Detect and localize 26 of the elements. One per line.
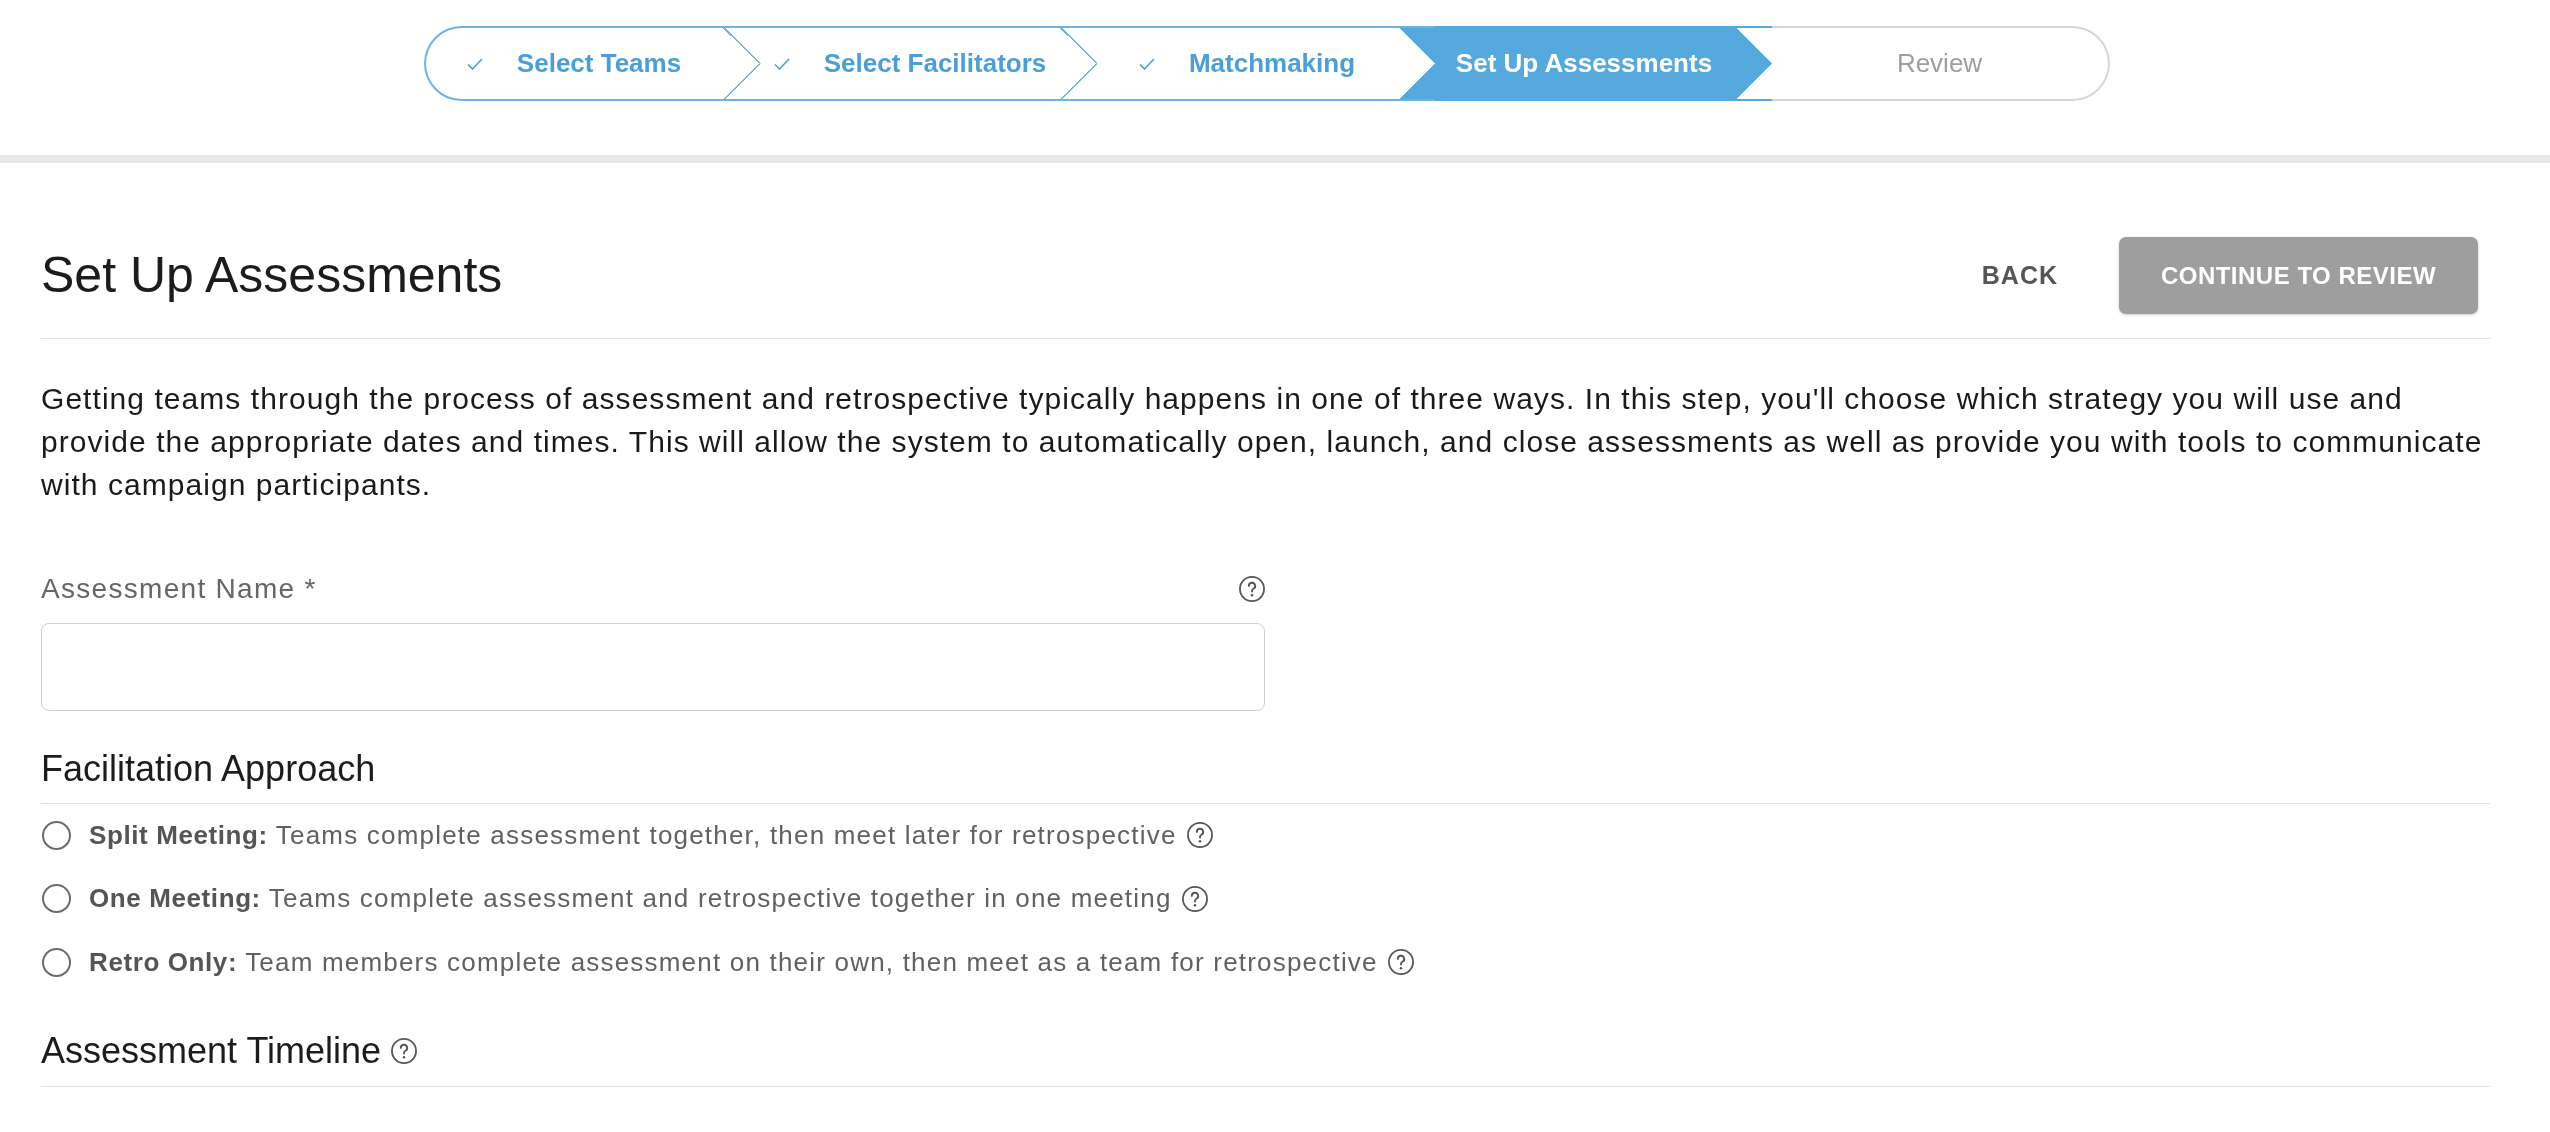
option-label: Split Meeting: Teams complete assessment together, then meet later for retrospective — [89, 818, 1177, 852]
stepper-step[interactable]: Review — [1771, 26, 2110, 101]
back-button[interactable]: BACK — [1957, 237, 2082, 314]
radio-button[interactable] — [42, 820, 71, 850]
stepper-step[interactable]: Set Up Assessments — [1434, 26, 1772, 101]
help-icon[interactable] — [1186, 822, 1213, 848]
stepper-step[interactable]: Matchmaking — [1097, 26, 1435, 101]
assessment-name-input[interactable] — [41, 623, 1265, 711]
option-label: Retro Only: Team members complete assessment on their own, then meet as a team for retrospective — [89, 945, 1378, 979]
radio-button[interactable] — [42, 947, 71, 977]
field-label: Assessment Name * — [41, 572, 317, 606]
option-label: One Meeting: Teams complete assessment and retrospective together in one meeting — [89, 882, 1172, 915]
help-icon[interactable] — [1387, 949, 1414, 975]
intro-paragraph: Getting teams through the process of assessment and retrospective typically happens in one of three ways. In this step, you'll choose which strategy you will use and provide the appropriate dates and times. This will allow the system to automatically open, launch, and close assessments as well as provide you with tools to communicate with campaign participants. — [41, 381, 2484, 503]
check-icon — [1138, 57, 1155, 70]
section-title: Assessment Timeline — [41, 1029, 382, 1073]
section-title: Facilitation Approach — [41, 747, 376, 791]
page-title: Set Up Assessments — [41, 246, 504, 305]
help-icon[interactable] — [391, 1038, 418, 1064]
help-icon[interactable] — [1181, 885, 1208, 912]
stepper-step[interactable]: Select Teams — [423, 26, 761, 101]
check-icon — [466, 57, 483, 70]
stepper-step[interactable]: Select Facilitators — [760, 26, 1098, 101]
check-icon — [773, 57, 790, 70]
help-icon[interactable] — [1239, 576, 1265, 602]
radio-button[interactable] — [42, 884, 71, 913]
